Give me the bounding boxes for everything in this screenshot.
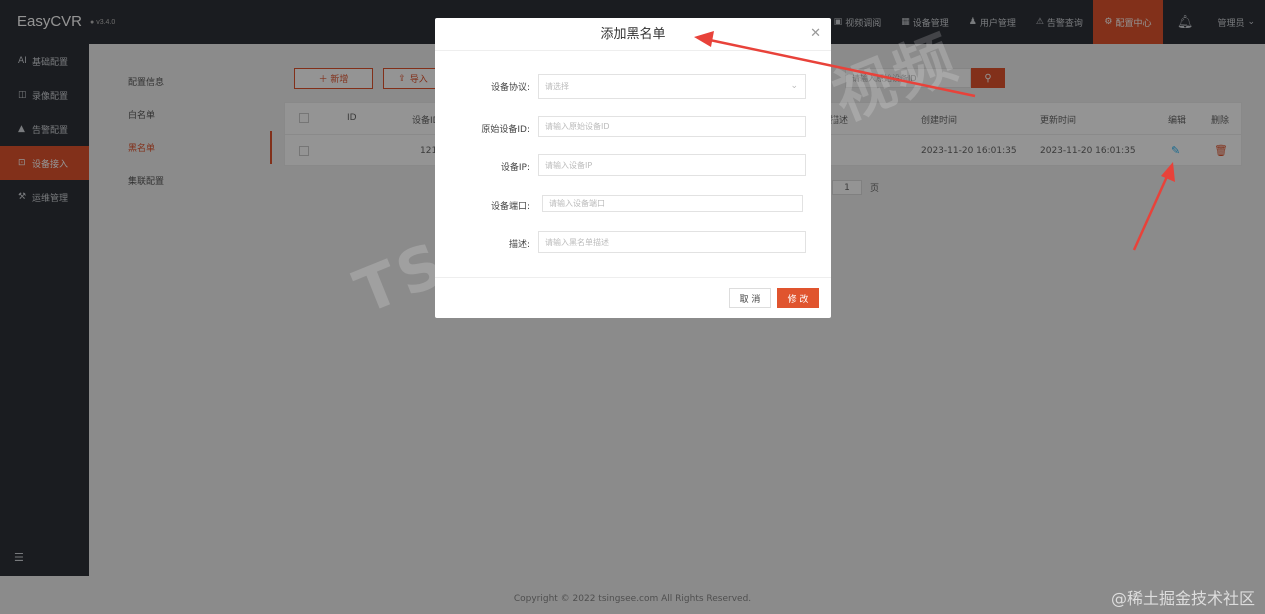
source-watermark: @稀土掘金技术社区 <box>1110 589 1255 608</box>
annotation-arrows <box>694 31 1175 251</box>
arrow-to-title <box>704 37 976 98</box>
arrow-to-title-head <box>694 31 714 47</box>
arrow-to-edit <box>1132 171 1171 251</box>
arrow-to-edit-head <box>1161 162 1175 182</box>
